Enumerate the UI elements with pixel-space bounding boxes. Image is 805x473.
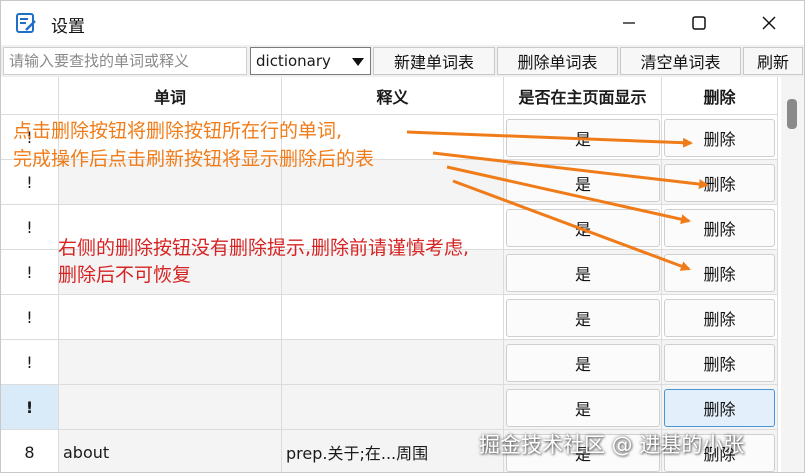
annotation-red-line1: 右侧的删除按钮没有删除提示,删除前请谨慎考虑, bbox=[58, 237, 470, 259]
annotation-orange-line1: 点击删除按钮将删除按钮所在行的单词, bbox=[13, 120, 343, 142]
delete-row-button[interactable]: 删除 bbox=[664, 254, 775, 292]
delete-row-button[interactable]: 删除 bbox=[664, 389, 775, 427]
header-meaning[interactable]: 释义 bbox=[282, 77, 504, 115]
close-icon bbox=[762, 16, 776, 30]
delete-cell: 删除 bbox=[662, 385, 778, 430]
show-cell: 是 bbox=[504, 115, 662, 160]
header-row-number bbox=[1, 77, 59, 115]
close-button[interactable] bbox=[746, 1, 792, 45]
delete-cell: 删除 bbox=[662, 205, 778, 250]
title-bar: 设置 bbox=[1, 1, 804, 45]
scroll-thumb[interactable] bbox=[787, 99, 797, 129]
vertical-scrollbar[interactable] bbox=[781, 77, 804, 472]
table-row[interactable]: ! 是删除 bbox=[1, 340, 781, 385]
show-on-main-button[interactable]: 是 bbox=[506, 344, 660, 382]
header-show-on-main[interactable]: 是否在主页面显示 bbox=[504, 77, 662, 115]
maximize-icon bbox=[692, 16, 706, 30]
word-cell[interactable] bbox=[59, 340, 282, 385]
delete-row-button[interactable]: 删除 bbox=[664, 164, 775, 202]
show-cell: 是 bbox=[504, 160, 662, 205]
dictionary-select[interactable]: dictionary bbox=[250, 47, 371, 75]
delete-row-button[interactable]: 删除 bbox=[664, 344, 775, 382]
show-on-main-button[interactable]: 是 bbox=[506, 389, 660, 427]
header-delete[interactable]: 删除 bbox=[662, 77, 778, 115]
delete-row-button[interactable]: 删除 bbox=[664, 119, 775, 157]
settings-window: 设置 dictionary 新建单词表 删除单词表 清空单词表 刷新 单词 释义… bbox=[0, 0, 805, 473]
show-cell: 是 bbox=[504, 205, 662, 250]
delete-cell: 删除 bbox=[662, 340, 778, 385]
word-cell[interactable] bbox=[59, 295, 282, 340]
minimize-icon bbox=[623, 22, 635, 24]
delete-table-button[interactable]: 删除单词表 bbox=[497, 47, 618, 75]
delete-row-button[interactable]: 删除 bbox=[664, 299, 775, 337]
table-row[interactable]: ! 是删除 bbox=[1, 295, 781, 340]
watermark: 掘金技术社区 @ 进基的小张 bbox=[479, 433, 745, 457]
show-cell: 是 bbox=[504, 385, 662, 430]
show-on-main-button[interactable]: 是 bbox=[506, 254, 660, 292]
clear-table-button[interactable]: 清空单词表 bbox=[620, 47, 741, 75]
minimize-button[interactable] bbox=[606, 1, 652, 45]
meaning-cell[interactable]: prep.关于;在...周围 bbox=[282, 430, 504, 472]
show-cell: 是 bbox=[504, 250, 662, 295]
row-number[interactable]: 8 bbox=[1, 430, 59, 472]
search-input[interactable] bbox=[3, 47, 247, 75]
row-number[interactable]: ! bbox=[1, 205, 59, 250]
table-row[interactable]: ! 是删除 bbox=[1, 385, 781, 430]
word-cell[interactable]: about bbox=[59, 430, 282, 472]
delete-cell: 删除 bbox=[662, 115, 778, 160]
delete-cell: 删除 bbox=[662, 250, 778, 295]
annotation-orange-line2: 完成操作后点击刷新按钮将显示删除后的表 bbox=[13, 148, 375, 170]
dictionary-select-value: dictionary bbox=[256, 52, 331, 70]
maximize-button[interactable] bbox=[676, 1, 722, 45]
row-number[interactable]: ! bbox=[1, 385, 59, 430]
row-number[interactable]: ! bbox=[1, 250, 59, 295]
meaning-cell[interactable] bbox=[282, 340, 504, 385]
meaning-cell[interactable] bbox=[282, 295, 504, 340]
show-cell: 是 bbox=[504, 340, 662, 385]
delete-cell: 删除 bbox=[662, 160, 778, 205]
refresh-button[interactable]: 刷新 bbox=[743, 47, 803, 75]
row-number[interactable]: ! bbox=[1, 340, 59, 385]
show-on-main-button[interactable]: 是 bbox=[506, 119, 660, 157]
show-on-main-button[interactable]: 是 bbox=[506, 164, 660, 202]
new-table-button[interactable]: 新建单词表 bbox=[373, 47, 495, 75]
word-cell[interactable] bbox=[59, 385, 282, 430]
header-word[interactable]: 单词 bbox=[59, 77, 282, 115]
show-cell: 是 bbox=[504, 295, 662, 340]
toolbar: dictionary 新建单词表 删除单词表 清空单词表 刷新 bbox=[1, 45, 804, 77]
delete-cell: 删除 bbox=[662, 295, 778, 340]
annotation-red-line2: 删除后不可恢复 bbox=[58, 264, 192, 286]
show-on-main-button[interactable]: 是 bbox=[506, 299, 660, 337]
notepad-icon bbox=[15, 12, 37, 34]
meaning-cell[interactable] bbox=[282, 385, 504, 430]
window-title: 设置 bbox=[51, 17, 85, 37]
show-on-main-button[interactable]: 是 bbox=[506, 209, 660, 247]
chevron-down-icon bbox=[352, 58, 364, 66]
row-number[interactable]: ! bbox=[1, 295, 59, 340]
delete-row-button[interactable]: 删除 bbox=[664, 209, 775, 247]
